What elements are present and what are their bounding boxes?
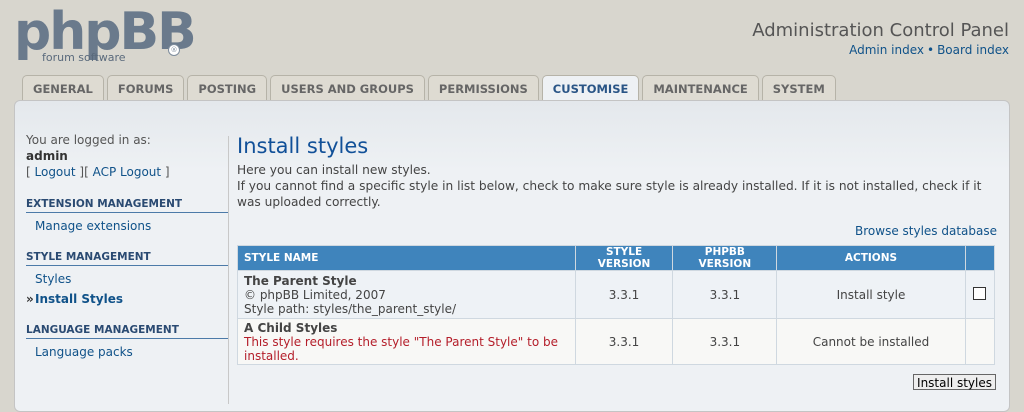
phpbb-version: 3.3.1 [673,271,777,318]
logout-link[interactable]: Logout [35,165,76,179]
style-name-cell: The Parent Style © phpBB Limited, 2007 S… [238,271,575,318]
tab-forums[interactable]: FORUMS [106,75,185,101]
style-path: Style path: styles/the_parent_style/ [244,301,457,316]
sidebar-item-install-styles[interactable]: » Install Styles [26,292,228,306]
style-name: A Child Styles [244,320,338,335]
sidebar-item-styles[interactable]: Styles [35,272,228,286]
install-styles-button[interactable]: Install styles [913,374,996,390]
tab-maintenance[interactable]: MAINTENANCE [642,75,759,101]
col-style-version: STYLE VERSION [575,246,673,270]
divider [228,136,229,404]
board-index-link[interactable]: Board index [937,43,1009,57]
page-title: Install styles [237,134,369,158]
sidebar-item-label: Install Styles [35,292,123,306]
col-style-name: STYLE NAME [238,246,575,270]
table-header-row: STYLE NAME STYLE VERSION PHPBB VERSION A… [238,246,994,270]
styles-table: STYLE NAME STYLE VERSION PHPBB VERSION A… [237,245,995,365]
col-actions: ACTIONS [777,246,965,270]
style-warning: This style requires the style "The Paren… [244,334,558,363]
style-copyright: © phpBB Limited, 2007 [244,287,386,302]
style-version: 3.3.1 [575,319,673,364]
tab-users-and-groups[interactable]: USERS AND GROUPS [270,75,425,101]
browse-styles-link[interactable]: Browse styles database [855,224,997,238]
description-line-2: If you cannot find a specific style in l… [237,179,982,209]
sidebar-item-manage-extensions[interactable]: Manage extensions [35,219,228,233]
sidebar: You are logged in as: admin [ Logout ][ … [26,132,228,359]
menu-heading-extension-management: EXTENSION MANAGEMENT [26,198,228,213]
empty-select-cell [965,319,994,364]
tab-posting[interactable]: POSTING [187,75,268,101]
link-separator: • [927,43,935,57]
logo[interactable]: phpBB ® forum software [14,2,197,68]
table-row: A Child Styles This style requires the s… [238,319,994,364]
registered-mark: ® [168,44,180,56]
logo-subtitle: forum software [42,51,126,64]
tab-permissions[interactable]: PERMISSIONS [427,75,539,101]
main-tabs: GENERAL FORUMS POSTING USERS AND GROUPS … [22,75,836,102]
menu-heading-style-management: STYLE MANAGEMENT [26,251,228,266]
style-name: The Parent Style [244,273,357,288]
phpbb-version: 3.3.1 [673,319,777,364]
main-content: Install styles Here you can install new … [237,134,997,238]
description-line-1: Here you can install new styles. [237,163,431,177]
tab-system[interactable]: SYSTEM [761,75,836,101]
logged-in-label: You are logged in as: [26,133,151,147]
username: admin [26,149,68,163]
style-name-cell: A Child Styles This style requires the s… [238,319,575,364]
active-bullet: » [26,292,34,306]
tab-customise[interactable]: CUSTOMISE [541,75,640,102]
action-status: Cannot be installed [777,319,965,364]
logout-links: [ Logout ][ ACP Logout ] [26,165,170,179]
style-version: 3.3.1 [575,271,673,318]
select-checkbox[interactable] [973,286,987,300]
header-links: Admin index • Board index [849,43,1009,57]
col-select [965,246,994,270]
acp-logout-link[interactable]: ACP Logout [93,165,162,179]
select-cell [965,271,994,318]
logged-in-info: You are logged in as: admin [ Logout ][ … [26,132,228,180]
tab-general[interactable]: GENERAL [22,75,104,101]
sidebar-item-language-packs[interactable]: Language packs [35,345,228,359]
table-row: The Parent Style © phpBB Limited, 2007 S… [238,271,994,318]
col-phpbb-version: PHPBB VERSION [673,246,777,270]
page-header-title: Administration Control Panel [752,20,1009,41]
install-style-link[interactable]: Install style [777,271,965,318]
page-description: Here you can install new styles. If you … [237,162,997,210]
menu-heading-language-management: LANGUAGE MANAGEMENT [26,324,228,339]
admin-index-link[interactable]: Admin index [849,43,924,57]
